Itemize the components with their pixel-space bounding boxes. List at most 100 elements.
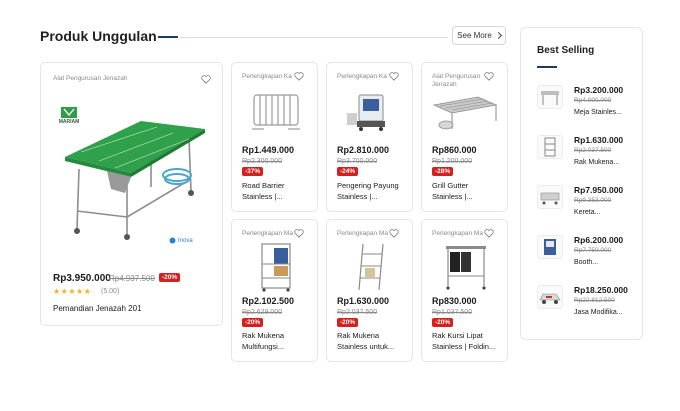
best-selling-price: Rp1.630.000 bbox=[574, 135, 624, 145]
product-name: Grill Gutter Stainless |... bbox=[432, 180, 496, 202]
product-image bbox=[446, 246, 486, 290]
product-price: Rp830.000 bbox=[432, 296, 477, 306]
best-selling-old-price: Rp9.353.000 bbox=[574, 197, 612, 204]
best-selling-old-price: Rp7.750.000 bbox=[574, 247, 612, 254]
best-selling-item[interactable]: Rp3.200.000 Rp4.000.000 Meja Stainles... bbox=[537, 85, 637, 130]
discount-badge: -20% bbox=[337, 318, 359, 327]
product-image bbox=[358, 243, 384, 291]
best-selling-thumbnail bbox=[537, 285, 563, 309]
best-selling-price: Rp7.950.000 bbox=[574, 185, 624, 195]
best-selling-name: Rak Mukena... bbox=[574, 159, 620, 166]
product-image bbox=[252, 94, 300, 130]
best-selling-price: Rp6.200.000 bbox=[574, 235, 624, 245]
best-selling-name: Jasa Modifika... bbox=[574, 309, 623, 316]
product-category: Perlengkapan Ma bbox=[432, 230, 483, 237]
best-selling-accent bbox=[537, 66, 557, 68]
product-name-line1: Rak Kursi Lipat bbox=[432, 331, 483, 340]
best-selling-item[interactable]: Rp1.630.000 Rp2.037.500 Rak Mukena... bbox=[537, 135, 637, 180]
best-selling-title: Best Selling bbox=[537, 45, 595, 56]
product-old-price: Rp2.300.000 bbox=[242, 158, 283, 165]
product-old-price: Rp3.700.000 bbox=[337, 158, 378, 165]
title-accent bbox=[158, 36, 178, 38]
discount-badge: -24% bbox=[337, 167, 359, 176]
product-name-line2: Stainless |... bbox=[242, 192, 283, 201]
product-card[interactable]: Alat Pengurusan Jenazah Rp860.000 Rp1.20… bbox=[421, 62, 508, 212]
best-selling-thumbnail bbox=[537, 135, 563, 159]
product-price: Rp2.102.500 bbox=[242, 296, 295, 306]
product-name-line1: Rak Mukena bbox=[242, 331, 285, 340]
wishlist-heart-icon[interactable] bbox=[484, 229, 494, 238]
product-name: Rak Mukena Multifungsi... bbox=[242, 330, 306, 352]
product-category: Perlengkapan Ka bbox=[337, 73, 387, 80]
product-card[interactable]: Perlengkapan Ka Rp1.449.000 Rp2.300.000 … bbox=[231, 62, 318, 212]
product-card[interactable]: Perlengkapan Ka Rp2.810.000 Rp3.700.000 … bbox=[326, 62, 413, 212]
product-price: Rp2.810.000 bbox=[337, 145, 390, 155]
best-selling-thumbnail bbox=[537, 185, 563, 209]
product-image bbox=[65, 121, 205, 240]
product-name: Rak Kursi Lipat Stainless | Foldin... bbox=[432, 330, 496, 352]
brand-watermark: Inova bbox=[169, 237, 193, 244]
product-price: Rp3.950.000 bbox=[53, 273, 111, 284]
product-category: Alat Pengurusan Jenazah bbox=[53, 75, 128, 82]
product-card[interactable]: Perlengkapan Ma Rp1.630.000 Rp2.037.500 … bbox=[326, 219, 413, 362]
product-category: Perlengkapan Ma bbox=[337, 230, 388, 237]
product-old-price: Rp1.200.000 bbox=[432, 158, 473, 165]
see-more-button[interactable]: See More bbox=[452, 26, 506, 45]
section-title: Produk Unggulan bbox=[40, 28, 157, 44]
chevron-right-icon bbox=[494, 31, 502, 40]
best-selling-item[interactable]: Rp7.950.000 Rp9.353.000 Kereta... bbox=[537, 185, 637, 230]
product-name: Pemandian Jenazah 201 bbox=[53, 304, 142, 313]
discount-badge: -20% bbox=[432, 318, 454, 327]
featured-product-card[interactable]: Alat Pengurusan Jenazah MARIAM Inova Rp3… bbox=[40, 62, 223, 326]
product-category: Alat Pengurusan Jenazah bbox=[432, 73, 481, 88]
best-selling-name: Kereta... bbox=[574, 209, 601, 216]
product-name-line2: Stainless | Foldin... bbox=[432, 342, 496, 351]
best-selling-thumbnail bbox=[537, 235, 563, 259]
wishlist-heart-icon[interactable] bbox=[201, 75, 211, 84]
product-price: Rp1.449.000 bbox=[242, 145, 295, 155]
product-name: Road Barrier Stainless |... bbox=[242, 180, 306, 202]
best-selling-name: Meja Stainles... bbox=[574, 109, 622, 116]
discount-badge: -28% bbox=[432, 167, 454, 176]
product-old-price: Rp1.037.500 bbox=[432, 309, 473, 316]
best-selling-old-price: Rp4.000.000 bbox=[574, 97, 612, 104]
product-name-line2: Stainless |... bbox=[432, 192, 473, 201]
best-selling-thumbnail bbox=[537, 85, 563, 109]
discount-badge: -37% bbox=[242, 167, 264, 176]
rating-value: (5.00) bbox=[101, 288, 120, 295]
product-old-price: Rp4.937.500 bbox=[109, 274, 155, 283]
product-category: Perlengkapan Ka bbox=[242, 73, 292, 80]
best-selling-old-price: Rp2.037.500 bbox=[574, 147, 612, 154]
product-price: Rp1.630.000 bbox=[337, 296, 390, 306]
rating-stars: ★★★★★ bbox=[53, 287, 92, 296]
product-name-line2: Stainless untuk... bbox=[337, 342, 395, 351]
product-name-line1: Grill Gutter bbox=[432, 181, 469, 190]
see-more-label: See More bbox=[457, 31, 492, 40]
discount-badge: -20% bbox=[159, 273, 181, 282]
product-name-line1: Pengering Payung bbox=[337, 181, 399, 190]
product-card[interactable]: Perlengkapan Ma Rp830.000 Rp1.037.500 -2… bbox=[421, 219, 508, 362]
product-card[interactable]: Perlengkapan Ma Rp2.102.500 Rp2.629.000 … bbox=[231, 219, 318, 362]
product-name-line1: Rak Mukena bbox=[337, 331, 380, 340]
product-old-price: Rp2.629.000 bbox=[242, 309, 283, 316]
wishlist-heart-icon[interactable] bbox=[294, 72, 304, 81]
product-name: Rak Mukena Stainless untuk... bbox=[337, 330, 401, 352]
product-price: Rp860.000 bbox=[432, 145, 477, 155]
product-name: Pengering Payung Stainless |... bbox=[337, 180, 401, 202]
product-category: Perlengkapan Ma bbox=[242, 230, 293, 237]
wishlist-heart-icon[interactable] bbox=[484, 72, 494, 81]
product-image bbox=[261, 243, 291, 292]
best-selling-panel: Best Selling Rp3.200.000 Rp4.000.000 Mej… bbox=[520, 27, 643, 340]
wishlist-heart-icon[interactable] bbox=[389, 72, 399, 81]
wishlist-heart-icon[interactable] bbox=[389, 229, 399, 238]
brand-watermark-text: Inova bbox=[178, 237, 193, 244]
best-selling-item[interactable]: Rp6.200.000 Rp7.750.000 Booth... bbox=[537, 235, 637, 280]
product-name-line2: Multifungsi... bbox=[242, 342, 285, 351]
product-image bbox=[432, 96, 498, 130]
best-selling-name: Booth... bbox=[574, 259, 599, 266]
best-selling-price: Rp3.200.000 bbox=[574, 85, 624, 95]
title-divider bbox=[180, 36, 448, 38]
best-selling-item[interactable]: Rp18.250.000 Rp22.812.500 Jasa Modifika.… bbox=[537, 285, 637, 330]
wishlist-heart-icon[interactable] bbox=[294, 229, 304, 238]
product-image bbox=[347, 94, 385, 131]
